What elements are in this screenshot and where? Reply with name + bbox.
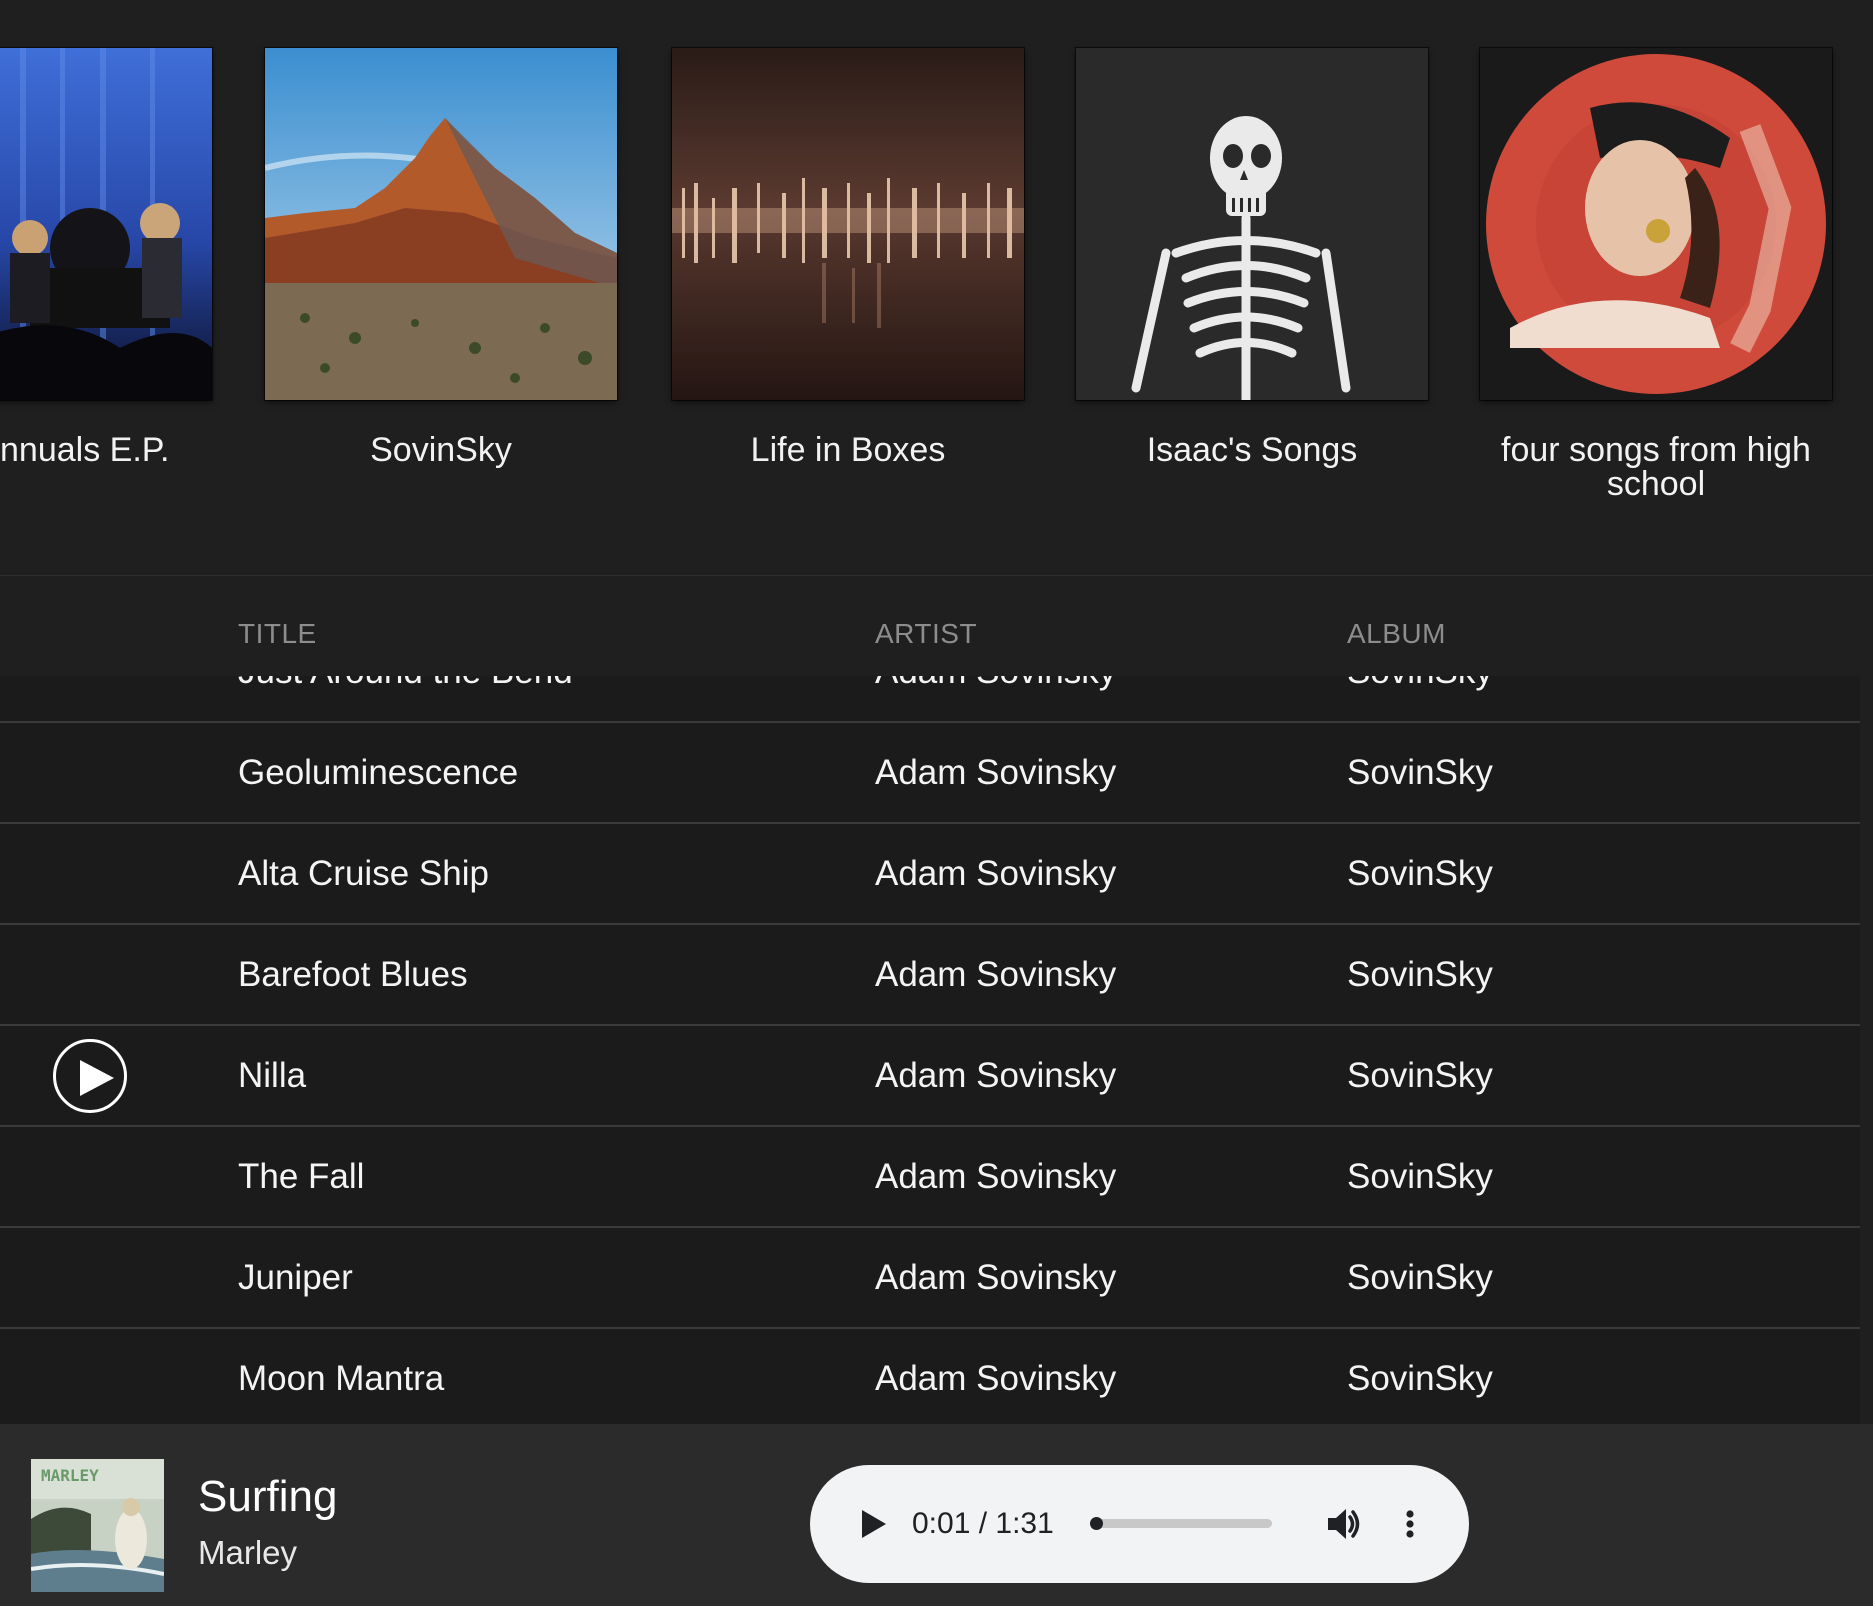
track-artist: Adam Sovinsky: [875, 1359, 1117, 1398]
desert-mountain-art: [265, 48, 617, 400]
album-cover[interactable]: [672, 48, 1024, 400]
play-icon: [862, 1510, 886, 1538]
playback-time: 0:01 / 1:31: [912, 1507, 1054, 1540]
track-artist: Adam Sovinsky: [875, 955, 1117, 994]
track-row[interactable]: Moon Mantra Adam Sovinsky SovinSky: [0, 1329, 1860, 1424]
track-title: Barefoot Blues: [238, 955, 468, 994]
marley-cover-art: MARLEY: [31, 1459, 164, 1592]
row-play-button[interactable]: [53, 1039, 127, 1113]
track-row[interactable]: Barefoot Blues Adam Sovinsky SovinSky: [0, 925, 1860, 1026]
track-title: Just Around the Bend: [238, 676, 573, 721]
album-cover[interactable]: [1480, 48, 1832, 400]
column-header-artist[interactable]: ARTIST: [875, 618, 977, 650]
column-header-album[interactable]: ALBUM: [1347, 618, 1446, 650]
track-album: SovinSky: [1347, 676, 1493, 721]
album-carousel: nnuals E.P. SovinSky Life in Boxes Isaac…: [0, 0, 1873, 576]
track-row[interactable]: Alta Cruise Ship Adam Sovinsky SovinSky: [0, 824, 1860, 925]
track-row[interactable]: Juniper Adam Sovinsky SovinSky: [0, 1228, 1860, 1329]
play-icon: [80, 1060, 114, 1096]
track-row[interactable]: Geoluminescence Adam Sovinsky SovinSky: [0, 723, 1860, 824]
album-card-isaacs-songs[interactable]: Isaac's Songs: [1076, 48, 1428, 467]
scroll-gutter: [1860, 676, 1873, 1424]
track-row[interactable]: The Fall Adam Sovinsky SovinSky: [0, 1127, 1860, 1228]
album-card-sovinsky[interactable]: SovinSky: [265, 48, 617, 467]
now-playing-artist: Marley: [198, 1534, 298, 1571]
now-playing-album-art[interactable]: MARLEY: [31, 1459, 164, 1592]
volume-button[interactable]: [1322, 1503, 1364, 1545]
track-album: SovinSky: [1347, 1359, 1493, 1398]
track-title: Moon Mantra: [238, 1359, 445, 1398]
audio-play-button[interactable]: [856, 1505, 892, 1543]
track-title: Alta Cruise Ship: [238, 854, 489, 893]
album-title[interactable]: four songs from high school: [1480, 433, 1832, 501]
album-cover[interactable]: [0, 48, 212, 400]
track-album: SovinSky: [1347, 854, 1493, 893]
album-cover[interactable]: [265, 48, 617, 400]
track-artist: Adam Sovinsky: [875, 1056, 1117, 1095]
album-cover[interactable]: [1076, 48, 1428, 400]
now-playing-title: Surfing: [198, 1472, 338, 1521]
album-title[interactable]: Life in Boxes: [672, 433, 1024, 467]
track-album: SovinSky: [1347, 955, 1493, 994]
album-card-annuals[interactable]: nnuals E.P.: [0, 48, 212, 467]
track-artist: Adam Sovinsky: [875, 753, 1117, 792]
track-title: Geoluminescence: [238, 753, 519, 792]
track-artist: Adam Sovinsky: [875, 676, 1116, 721]
audio-player: 0:01 / 1:31: [810, 1465, 1469, 1583]
album-title[interactable]: SovinSky: [265, 433, 617, 467]
face-on-red-record-art: [1480, 48, 1832, 400]
track-list: Just Around the Bend Adam Sovinsky Sovin…: [0, 676, 1860, 1424]
track-row-hovered[interactable]: Nilla Adam Sovinsky SovinSky: [0, 1026, 1860, 1127]
column-header-title[interactable]: TITLE: [238, 618, 317, 650]
marley-cover-label: MARLEY: [41, 1466, 99, 1485]
track-title: Juniper: [238, 1258, 353, 1297]
album-card-four-songs[interactable]: four songs from high school: [1480, 48, 1832, 501]
track-album: SovinSky: [1347, 753, 1493, 792]
track-artist: Adam Sovinsky: [875, 1258, 1117, 1297]
more-vert-icon: [1406, 1510, 1414, 1538]
track-album: SovinSky: [1347, 1056, 1493, 1095]
seek-handle[interactable]: [1089, 1517, 1103, 1530]
track-row[interactable]: Just Around the Bend Adam Sovinsky Sovin…: [0, 676, 1860, 723]
track-title: The Fall: [238, 1157, 365, 1196]
album-title[interactable]: Isaac's Songs: [1076, 433, 1428, 467]
seek-slider[interactable]: [1089, 1517, 1272, 1530]
track-title: Nilla: [238, 1056, 307, 1095]
track-artist: Adam Sovinsky: [875, 854, 1117, 893]
track-album: SovinSky: [1347, 1157, 1493, 1196]
more-options-button[interactable]: [1400, 1503, 1420, 1545]
table-header: TITLE ARTIST ALBUM: [0, 576, 1873, 676]
track-artist: Adam Sovinsky: [875, 1157, 1117, 1196]
album-title[interactable]: nnuals E.P.: [0, 433, 212, 467]
volume-icon: [1328, 1509, 1360, 1539]
blurred-lights-art: [672, 48, 1024, 400]
skeleton-art: [1076, 48, 1428, 400]
band-on-stage-art: [0, 48, 212, 400]
album-card-life-in-boxes[interactable]: Life in Boxes: [672, 48, 1024, 467]
track-album: SovinSky: [1347, 1258, 1493, 1297]
now-playing-bar: MARLEY Surfing Marley 0:01 / 1:31: [0, 1424, 1873, 1606]
